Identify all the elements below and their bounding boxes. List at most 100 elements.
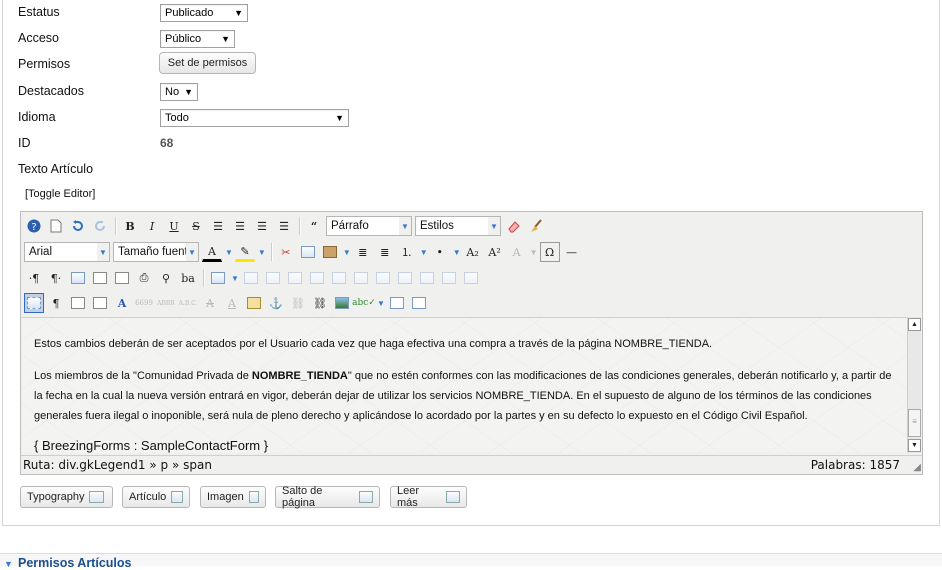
unlink-icon[interactable]: ⛓: [288, 293, 308, 313]
row-props-icon[interactable]: [263, 268, 283, 288]
editor-scrollbar[interactable]: ▲ ≡ ▼: [907, 317, 921, 453]
bullet-list-button[interactable]: • ▼: [430, 242, 460, 262]
breezingforms-tag: { BreezingForms : SampleContactForm }: [34, 438, 269, 453]
replace-icon[interactable]: ba: [178, 268, 198, 288]
align-right-icon[interactable]: ☰: [274, 216, 294, 236]
readmore-button[interactable]: Leer más: [390, 485, 467, 509]
cut-icon[interactable]: ✂: [276, 242, 296, 262]
new-document-icon[interactable]: [46, 216, 66, 236]
broom-icon[interactable]: [526, 216, 546, 236]
abbr-icon[interactable]: ABBR: [156, 293, 176, 313]
special-format-button[interactable]: A ▼: [507, 242, 538, 262]
bold-icon[interactable]: B: [120, 216, 140, 236]
fullscreen-icon[interactable]: [68, 268, 88, 288]
visual-aid-icon[interactable]: [24, 293, 44, 313]
image-icon[interactable]: [332, 293, 352, 313]
font-family-select[interactable]: Arial ▼: [24, 242, 110, 262]
spellcheck-button[interactable]: abc✓ ▼: [352, 293, 385, 313]
format-select[interactable]: Párrafo ▼: [326, 216, 412, 236]
horizontal-rule-icon[interactable]: —: [562, 242, 582, 262]
text-color-button[interactable]: A ▼: [202, 242, 233, 262]
insert-col-after-icon[interactable]: [395, 268, 415, 288]
html-source-icon[interactable]: [112, 268, 132, 288]
align-justify-icon[interactable]: ☰: [208, 216, 228, 236]
scroll-up-icon[interactable]: ▲: [908, 318, 921, 331]
insert-file-icon[interactable]: [68, 293, 88, 313]
status-select[interactable]: Publicado ▼: [160, 4, 248, 22]
readmore-icon[interactable]: [409, 293, 429, 313]
editor-content-area[interactable]: Estos cambios deberán de ser aceptados p…: [22, 317, 908, 453]
eraser-icon[interactable]: [504, 216, 524, 236]
redo-icon[interactable]: [90, 216, 110, 236]
cell-props-icon[interactable]: [285, 268, 305, 288]
delete-text-icon[interactable]: A: [200, 293, 220, 313]
image-icon: [248, 491, 259, 503]
preview-icon[interactable]: [90, 268, 110, 288]
layer-icon[interactable]: [90, 293, 110, 313]
toggle-editor-link[interactable]: [Toggle Editor]: [25, 188, 95, 200]
undo-icon[interactable]: [68, 216, 88, 236]
delete-row-icon[interactable]: [351, 268, 371, 288]
show-blocks-icon[interactable]: ¶: [46, 293, 66, 313]
highlight-color-button[interactable]: ✎ ▼: [234, 242, 266, 262]
numbered-list-icon: ⒈: [401, 246, 413, 259]
typography-button[interactable]: Typography: [20, 486, 113, 508]
pagebreak-button[interactable]: Salto de página: [275, 485, 380, 509]
rtl-icon[interactable]: ¶·: [46, 268, 66, 288]
chevron-down-icon: ▼: [97, 243, 109, 261]
resize-grip-icon[interactable]: ◢: [913, 462, 921, 473]
strikethrough-icon[interactable]: S: [186, 216, 206, 236]
omega-icon[interactable]: Ω: [539, 242, 560, 262]
content-paragraph: Los miembros de la "Comunidad Privada de…: [34, 370, 892, 422]
table-icon: [208, 268, 228, 288]
numbered-list-button[interactable]: ⒈ ▼: [397, 242, 428, 262]
chevron-down-icon: ▼: [257, 247, 266, 257]
attributes-icon[interactable]: [244, 293, 264, 313]
blockquote-icon[interactable]: “: [304, 216, 324, 236]
acronym-icon[interactable]: A.B.C.: [178, 293, 198, 313]
image-button[interactable]: Imagen: [200, 486, 266, 508]
featured-select[interactable]: No ▼: [160, 83, 198, 101]
style-props-icon[interactable]: A: [112, 293, 132, 313]
chevron-down-icon: ▼: [184, 87, 193, 97]
underline-icon[interactable]: U: [164, 216, 184, 236]
cite-icon[interactable]: 6699: [134, 293, 154, 313]
insert-row-before-icon[interactable]: [307, 268, 327, 288]
insert-col-before-icon[interactable]: [373, 268, 393, 288]
anchor-icon[interactable]: ⚓: [266, 293, 286, 313]
subscript-icon[interactable]: A₂: [463, 242, 483, 262]
pagebreak-icon[interactable]: [387, 293, 407, 313]
search-icon[interactable]: ⚲: [156, 268, 176, 288]
insert-row-after-icon[interactable]: [329, 268, 349, 288]
merge-cells-icon[interactable]: [461, 268, 481, 288]
delete-col-icon[interactable]: [417, 268, 437, 288]
paste-button[interactable]: ▼: [320, 242, 351, 262]
copy-icon[interactable]: [298, 242, 318, 262]
font-size-select[interactable]: Tamaño fuente ▼: [113, 242, 199, 262]
outdent-icon[interactable]: ≣: [375, 242, 395, 262]
indent-icon[interactable]: ≣: [353, 242, 373, 262]
align-left-icon[interactable]: ☰: [252, 216, 272, 236]
scroll-down-icon[interactable]: ▼: [908, 439, 921, 452]
permissions-section-header[interactable]: ▼ Permisos Artículos: [0, 553, 942, 570]
split-cells-icon[interactable]: [439, 268, 459, 288]
insert-text-icon[interactable]: A: [222, 293, 242, 313]
set-permissions-button[interactable]: Set de permisos: [159, 52, 256, 74]
access-select[interactable]: Público ▼: [160, 30, 235, 48]
language-select[interactable]: Todo ▼: [160, 109, 349, 127]
superscript-icon[interactable]: A²: [485, 242, 505, 262]
chevron-down-icon: ▼: [488, 217, 500, 235]
ltr-icon[interactable]: ·¶: [24, 268, 44, 288]
print-icon[interactable]: ⎙: [134, 268, 154, 288]
italic-icon[interactable]: I: [142, 216, 162, 236]
toolbar-row-2: Arial ▼ Tamaño fuente ▼ A ▼ ✎ ▼ ✂ ▼ ≣ ≣ ⒈ ▼ •…: [24, 240, 584, 264]
table-button[interactable]: ▼: [208, 268, 239, 288]
styles-select[interactable]: Estilos ▼: [415, 216, 501, 236]
link-icon[interactable]: ⛓: [310, 293, 330, 313]
align-center-icon[interactable]: ☰: [230, 216, 250, 236]
delete-table-icon[interactable]: [241, 268, 261, 288]
help-icon[interactable]: ?: [24, 216, 44, 236]
chevron-down-icon: ▼: [419, 247, 428, 257]
scroll-thumb[interactable]: ≡: [908, 409, 921, 437]
article-button[interactable]: Artículo: [122, 486, 190, 508]
